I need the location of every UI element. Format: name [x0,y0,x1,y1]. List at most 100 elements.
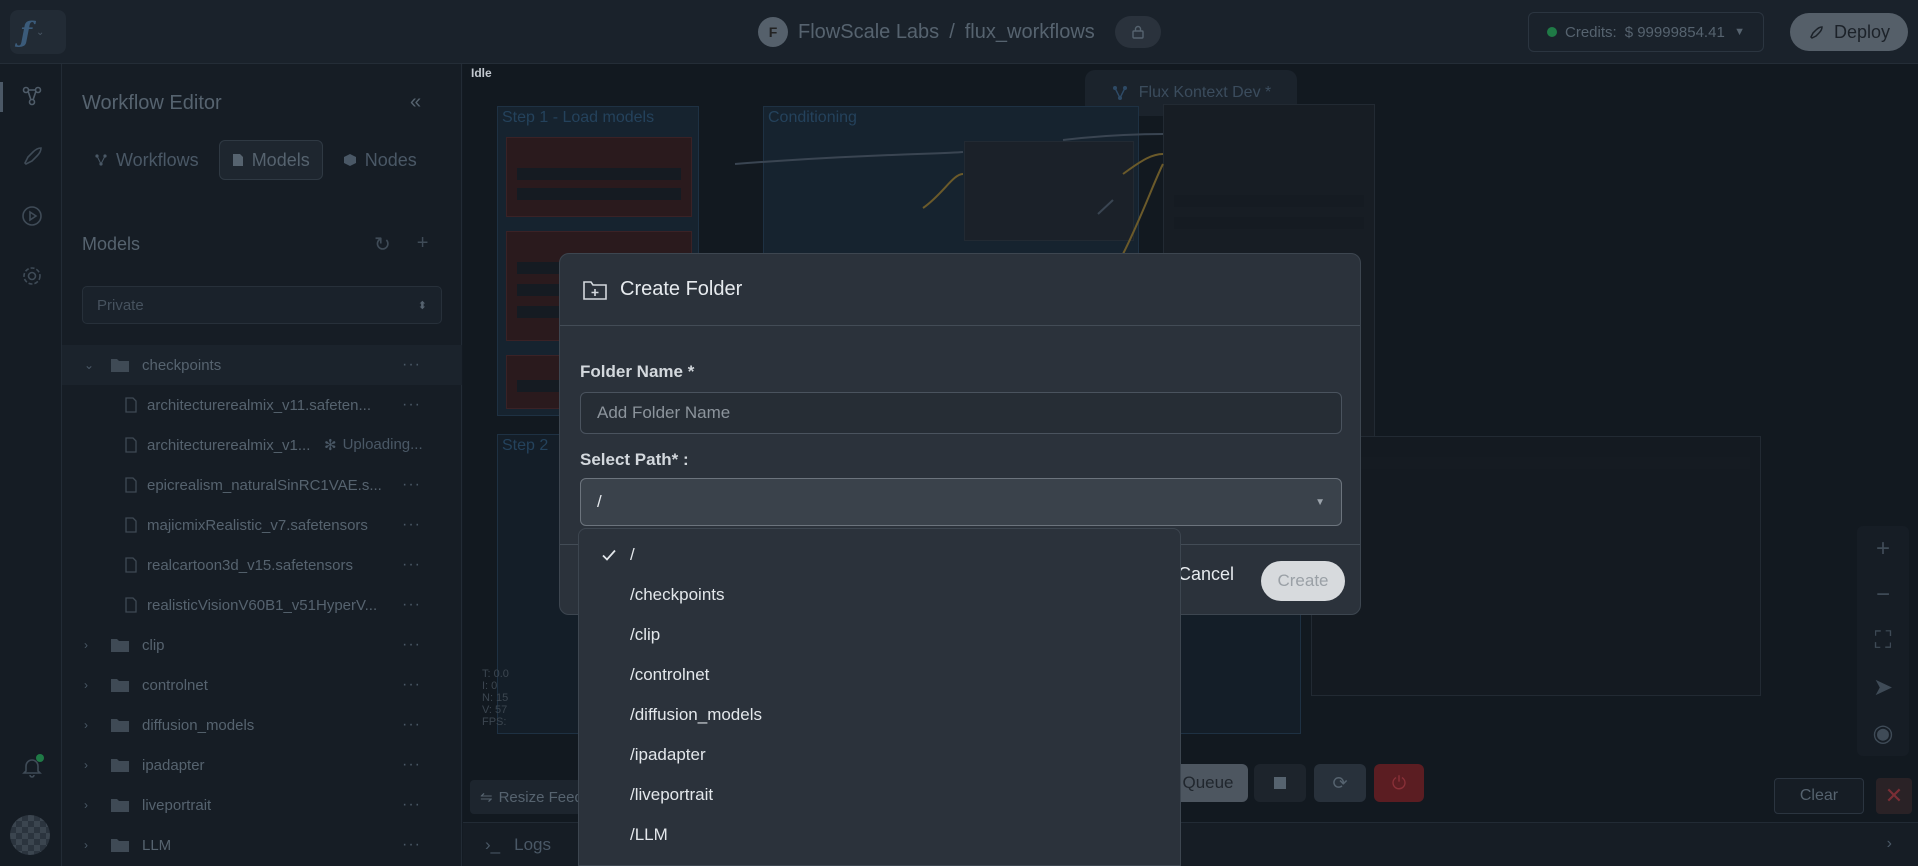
tree-file[interactable]: architecturerealmix_v1... ✻ Uploading... [62,425,462,465]
tab-models[interactable]: Models [218,140,323,180]
stop-button[interactable] [1254,764,1306,802]
more-icon[interactable]: ··· [402,676,421,694]
resize-feed-button[interactable]: ⇋ Resize Feed [470,780,593,814]
more-icon[interactable]: ··· [402,796,421,814]
folder-icon [111,639,129,652]
tree-folder[interactable]: ⌄ checkpoints ··· [62,345,462,385]
notification-dot [36,754,44,762]
workflow-editor-panel: Workflow Editor « Workflows Models Nodes… [62,64,462,866]
more-icon[interactable]: ··· [402,516,421,534]
tab-label: Models [251,149,310,170]
tab-label: Workflows [116,149,199,170]
scope-value: Private [97,296,144,314]
tree-folder[interactable]: › liveportrait ··· [62,785,462,825]
tree-file[interactable]: majicmixRealistic_v7.safetensors ··· [62,505,462,545]
close-icon[interactable]: ✕ [1876,778,1912,814]
chevron-right-icon[interactable]: › [84,838,98,852]
tree-file[interactable]: epicrealism_naturalSinRC1VAE.s... ··· [62,465,462,505]
user-avatar[interactable] [10,815,50,855]
tree-folder[interactable]: › diffusion_models ··· [62,705,462,745]
top-bar: ƒ ⌄ F FlowScale Labs / flux_workflows Cr… [0,0,1918,64]
chevron-right-icon[interactable]: › [84,798,98,812]
project-name[interactable]: flux_workflows [965,21,1095,44]
tree-file[interactable]: realcartoon3d_v15.safetensors ··· [62,545,462,585]
clear-button[interactable]: Clear [1774,778,1864,814]
tree-file[interactable]: realisticVisionV60B1_v51HyperV... ··· [62,585,462,625]
tab-nodes[interactable]: Nodes [331,140,429,180]
tree-folder[interactable]: › LLM ··· [62,825,462,865]
zoom-in-icon[interactable]: + [1857,526,1909,572]
play-nav-icon[interactable] [19,203,45,229]
more-icon[interactable]: ··· [402,356,421,374]
path-option[interactable]: / [579,535,1180,575]
refresh-icon[interactable]: ↻ [374,232,391,257]
gear-nav-icon[interactable] [19,263,45,289]
path-option-label: / [630,545,635,564]
path-select-value: / [597,492,602,511]
path-option[interactable]: /clip [579,615,1180,655]
tree-file[interactable]: architecturerealmix_v11.safeten... ··· [62,385,462,425]
file-icon [125,477,137,493]
stat-line: I: 0 [482,680,498,692]
chevron-down-icon[interactable]: ⌄ [84,358,98,372]
path-select[interactable]: / ▼ [580,478,1342,526]
zoom-controls: + − ⛶ ➤ ◉ [1857,526,1909,756]
chevron-right-icon[interactable]: › [84,758,98,772]
refresh-button[interactable]: ⟳ [1314,764,1366,802]
folder-name-input[interactable]: Add Folder Name [580,392,1342,434]
chevron-right-icon[interactable]: › [1887,835,1892,853]
panel-tabs: Workflows Models Nodes [82,140,429,180]
more-icon[interactable]: ··· [402,396,421,414]
more-icon[interactable]: ··· [402,476,421,494]
collapse-panel-icon[interactable]: « [410,91,421,114]
dialog-title: Create Folder [620,278,743,300]
more-icon[interactable]: ··· [402,836,421,854]
tree-folder[interactable]: › controlnet ··· [62,665,462,705]
deploy-button[interactable]: Deploy [1790,13,1908,51]
rocket-nav-icon[interactable] [19,143,45,169]
rocket-icon [1810,26,1823,39]
cancel-button[interactable]: Cancel [1178,564,1234,585]
navigate-icon[interactable]: ➤ [1857,664,1909,710]
chevron-down-icon: ▼ [1315,496,1325,508]
org-name[interactable]: FlowScale Labs [798,21,939,44]
tree-label: clip [142,636,165,654]
folder-icon [111,799,129,812]
path-option[interactable]: /LLM [579,815,1180,855]
panel-title: Workflow Editor [82,92,222,114]
folder-name-label: Folder Name * [580,362,695,381]
chevron-right-icon[interactable]: › [84,678,98,692]
chevron-right-icon[interactable]: › [84,718,98,732]
path-option[interactable]: /liveportrait [579,775,1180,815]
create-button[interactable]: Create [1261,561,1345,601]
chevron-down-icon: ▼ [1734,26,1745,38]
app-logo-menu[interactable]: ƒ ⌄ [10,10,66,54]
more-icon[interactable]: ··· [402,556,421,574]
fit-view-icon[interactable]: ⛶ [1857,618,1909,664]
dialog-header: Create Folder [560,254,1360,326]
check-icon [602,549,616,561]
more-icon[interactable]: ··· [402,636,421,654]
zoom-out-icon[interactable]: − [1857,572,1909,618]
path-option[interactable]: /checkpoints [579,575,1180,615]
path-option[interactable]: /ipadapter [579,735,1180,775]
eye-icon[interactable]: ◉ [1857,710,1909,756]
path-option[interactable]: /controlnet [579,655,1180,695]
scope-select[interactable]: Private ⬍ [82,286,442,324]
tab-workflows[interactable]: Workflows [82,140,211,180]
credits-dropdown[interactable]: Credits: $ 99999854.41 ▼ [1528,12,1764,52]
more-icon[interactable]: ··· [402,756,421,774]
power-button[interactable]: ⏻ [1374,764,1424,802]
folder-icon [111,719,129,732]
add-icon[interactable]: + [417,232,429,257]
tree-folder[interactable]: › clip ··· [62,625,462,665]
lock-button[interactable] [1114,16,1161,48]
more-icon[interactable]: ··· [402,596,421,614]
folder-name-placeholder: Add Folder Name [597,403,731,422]
path-option[interactable]: /diffusion_models [579,695,1180,735]
workflow-nav-icon[interactable] [19,83,45,109]
more-icon[interactable]: ··· [402,716,421,734]
tree-folder[interactable]: › ipadapter ··· [62,745,462,785]
org-avatar[interactable]: F [758,17,788,47]
chevron-right-icon[interactable]: › [84,638,98,652]
